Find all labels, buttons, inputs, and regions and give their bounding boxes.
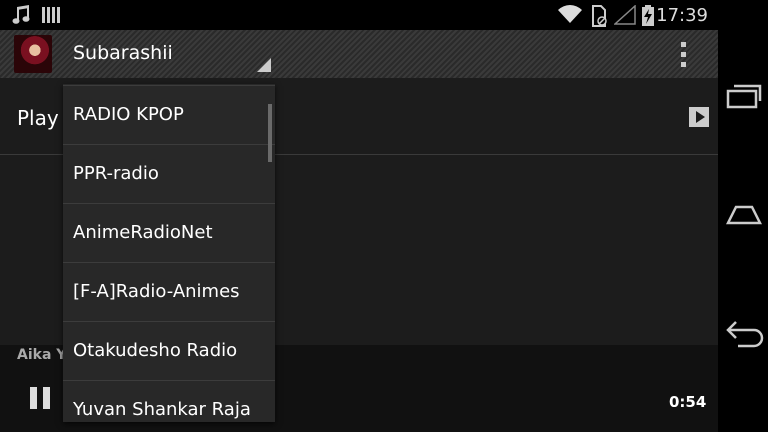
- status-bar: 17:39: [0, 0, 718, 30]
- station-spinner-label: Subarashii: [73, 42, 173, 64]
- play-row-label[interactable]: Play: [17, 106, 59, 130]
- station-spinner[interactable]: Subarashii: [63, 30, 273, 78]
- dropdown-item-label: Yuvan Shankar Raja: [73, 399, 251, 420]
- dropdown-item-label: Otakudesho Radio: [73, 340, 238, 361]
- dropdown-item[interactable]: [F-A]Radio-Animes: [63, 262, 275, 321]
- dropdown-item-label: [F-A]Radio-Animes: [73, 281, 240, 302]
- dropdown-item[interactable]: RADIO KPOP: [63, 85, 275, 144]
- overflow-menu-icon[interactable]: [674, 40, 694, 70]
- dropdown-item[interactable]: Yuvan Shankar Raja: [63, 380, 275, 422]
- wifi-icon: [558, 5, 582, 24]
- elapsed-time: 0:54: [669, 393, 707, 411]
- clock: 17:39: [656, 5, 708, 26]
- music-note-icon: [12, 5, 30, 24]
- album-art-thumbnail[interactable]: [14, 35, 52, 73]
- spinner-arrow-icon: [257, 58, 271, 72]
- navigation-bar: [718, 0, 768, 432]
- recent-apps-icon[interactable]: [726, 82, 762, 110]
- dropdown-item[interactable]: PPR-radio: [63, 144, 275, 203]
- station-dropdown: RADIO KPOP PPR-radio AnimeRadioNet [F-A]…: [63, 84, 275, 422]
- no-sim-icon: [592, 5, 607, 27]
- dropdown-item-label: PPR-radio: [73, 163, 159, 184]
- signal-bars-icon: [42, 7, 60, 23]
- dropdown-item[interactable]: Otakudesho Radio: [63, 321, 275, 380]
- play-icon[interactable]: [689, 107, 709, 127]
- now-playing-artist: Aika Y: [17, 347, 67, 363]
- battery-charging-icon: [642, 5, 654, 26]
- action-bar: Subarashii: [0, 30, 718, 78]
- home-icon[interactable]: [726, 203, 762, 225]
- dropdown-item-label: RADIO KPOP: [73, 104, 184, 125]
- back-icon[interactable]: [724, 320, 764, 348]
- dropdown-scrollbar[interactable]: [268, 104, 272, 162]
- dropdown-item-label: AnimeRadioNet: [73, 222, 213, 243]
- pause-button[interactable]: [30, 387, 52, 409]
- cell-signal-icon: [614, 5, 636, 25]
- dropdown-item[interactable]: AnimeRadioNet: [63, 203, 275, 262]
